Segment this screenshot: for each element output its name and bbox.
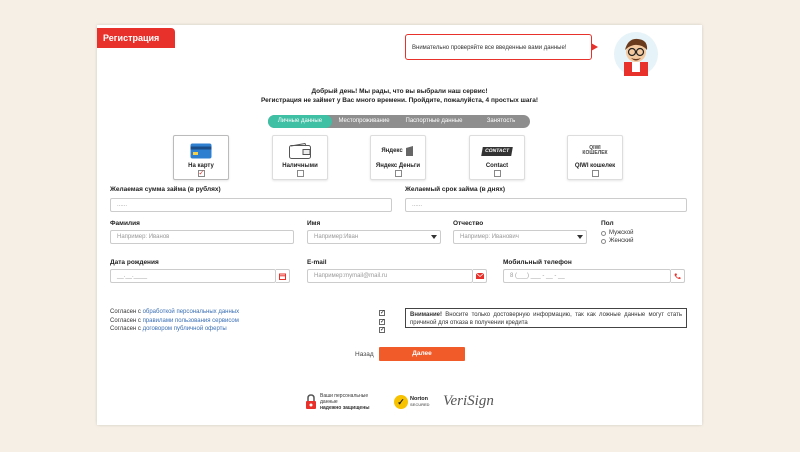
norton-badge: ✓ Norton SECURED: [394, 391, 434, 413]
agreement-offer: Согласен с договором публичной оферты: [110, 326, 227, 332]
step-personal-data[interactable]: Личные данные: [268, 115, 332, 128]
step-progress: Личные данные Местопроживание Паспортные…: [268, 115, 530, 128]
link-service-rules[interactable]: правилами пользования сервисом: [143, 318, 239, 324]
amount-input[interactable]: ......: [110, 198, 392, 212]
contact-logo-text: CONTACT: [481, 146, 513, 156]
greeting-line1: Добрый день! Мы рады, что вы выбрали наш…: [311, 88, 488, 95]
phone-icon-button: [671, 269, 685, 283]
lock-icon: [306, 394, 316, 409]
payment-option-contact[interactable]: CONTACT Contact: [469, 135, 525, 180]
agreement-personal-data: Согласен с обработкой персональных данны…: [110, 309, 239, 315]
step-residence[interactable]: Местопроживание: [332, 115, 396, 128]
secure-line2: надежно защищены: [320, 405, 370, 411]
envelope-icon: [475, 273, 484, 279]
payment-option-qiwi[interactable]: QIWI КОШЕЛЕК QIWI кошелек: [567, 135, 623, 180]
yandex-wallet-icon: [405, 146, 413, 156]
phone-input[interactable]: 8 (___) ___ - __ - __: [503, 269, 671, 283]
mascot-avatar-icon: [614, 32, 658, 76]
agreement-offer-checkbox[interactable]: ✓: [379, 327, 385, 333]
notice-bubble: Внимательно проверяйте все введенные вам…: [405, 34, 598, 60]
agreement-personal-data-checkbox[interactable]: ✓: [379, 310, 385, 316]
norton-line2: SECURED: [410, 402, 430, 407]
gender-male-option[interactable]: Мужской: [601, 230, 634, 236]
agreement-rules-checkbox[interactable]: ✓: [379, 319, 385, 325]
qiwi-logo-line2: КОШЕЛЕК: [582, 150, 608, 156]
step-employment[interactable]: Занятость: [472, 115, 530, 128]
patronymic-placeholder: Например: Иванович: [460, 234, 519, 240]
agreement-rules: Согласен с правилами пользования сервисо…: [110, 318, 239, 324]
payment-qiwi-label: QIWI кошелек: [574, 163, 616, 169]
yandex-money-logo-icon: Яндекс: [371, 141, 425, 161]
lastname-input[interactable]: Например: Иванов: [110, 230, 294, 244]
contact-logo-icon: CONTACT: [470, 141, 524, 161]
next-button[interactable]: Далее: [379, 347, 465, 361]
calendar-button[interactable]: [276, 269, 290, 283]
payment-yandex-label: Яндекс Деньги: [375, 163, 421, 169]
yandex-logo-text: Яндекс: [381, 148, 403, 154]
gender-male-label: Мужской: [609, 230, 634, 236]
gender-label: Пол: [601, 220, 614, 227]
greeting-line2: Регистрация не займет у Вас много времен…: [260, 97, 539, 104]
payment-cash-checkbox[interactable]: [296, 170, 304, 177]
payment-option-card[interactable]: На карту ✓: [173, 135, 229, 180]
birthdate-input[interactable]: __.__.____: [110, 269, 276, 283]
term-input[interactable]: ......: [405, 198, 687, 212]
payment-qiwi-checkbox[interactable]: [591, 170, 599, 177]
email-input[interactable]: Например:mymail@mail.ru: [307, 269, 473, 283]
gender-female-radio[interactable]: [601, 238, 606, 244]
checkmark-icon: ✓: [394, 395, 408, 409]
email-icon-button: [473, 269, 487, 283]
email-label: E-mail: [307, 259, 327, 266]
verisign-logo: VeriSign: [443, 393, 494, 409]
wallet-icon: [289, 143, 311, 159]
phone-label: Мобильный телефон: [503, 259, 572, 266]
firstname-input[interactable]: Например:Иван: [307, 230, 441, 244]
warning-notice: Внимание! Вносите только достоверную инф…: [405, 308, 687, 328]
firstname-label: Имя: [307, 220, 321, 227]
payment-card-label: На карту: [188, 163, 214, 169]
link-public-offer[interactable]: договором публичной оферты: [143, 326, 227, 332]
term-label: Желаемый срок займа (в днях): [405, 186, 506, 193]
qiwi-logo-icon: QIWI КОШЕЛЕК: [568, 141, 622, 161]
birthdate-label: Дата рождения: [110, 259, 159, 266]
amount-label: Желаемая сумма займа (в рублях): [110, 186, 221, 193]
payment-option-cash[interactable]: Наличными: [272, 135, 328, 180]
secure-data-text: Ваши персональные данные надежно защищен…: [320, 393, 382, 411]
gender-male-radio[interactable]: [601, 230, 606, 236]
agreement-prefix: Согласен с: [110, 318, 143, 324]
payment-option-yandex[interactable]: Яндекс Яндекс Деньги: [370, 135, 426, 180]
phone-icon: [674, 273, 681, 279]
back-link[interactable]: Назад: [355, 351, 374, 358]
chevron-down-icon: [431, 235, 437, 239]
agreement-prefix: Согласен с: [110, 309, 143, 315]
secure-data-badge: Ваши персональные данные надежно защищен…: [305, 393, 382, 411]
chevron-down-icon: [577, 235, 583, 239]
step-passport[interactable]: Паспортные данные: [396, 115, 472, 128]
credit-card-icon: [190, 143, 212, 159]
agreement-prefix: Согласен с: [110, 326, 143, 332]
firstname-placeholder: Например:Иван: [314, 234, 359, 240]
gender-female-option[interactable]: Женский: [601, 238, 633, 244]
registration-page: Регистрация Внимательно проверяйте все в…: [97, 25, 702, 425]
greeting-text: Добрый день! Мы рады, что вы выбрали наш…: [97, 87, 702, 105]
secure-line1: Ваши персональные данные: [320, 393, 369, 405]
payment-card-checkbox[interactable]: ✓: [197, 170, 205, 177]
patronymic-label: Отчество: [453, 220, 484, 227]
lastname-label: Фамилия: [110, 220, 140, 227]
payment-cash-label: Наличными: [282, 163, 318, 169]
payment-yandex-checkbox[interactable]: [394, 170, 402, 177]
page-title: Регистрация: [97, 28, 175, 48]
payment-contact-label: Contact: [485, 163, 509, 169]
link-personal-data[interactable]: обработкой персональных данных: [143, 309, 240, 315]
calendar-icon: [279, 273, 286, 280]
patronymic-input[interactable]: Например: Иванович: [453, 230, 587, 244]
warning-text: Вносите только достоверную информацию, т…: [410, 312, 682, 326]
warning-title: Внимание!: [410, 312, 442, 318]
gender-female-label: Женский: [609, 238, 634, 244]
payment-contact-checkbox[interactable]: [493, 170, 501, 177]
